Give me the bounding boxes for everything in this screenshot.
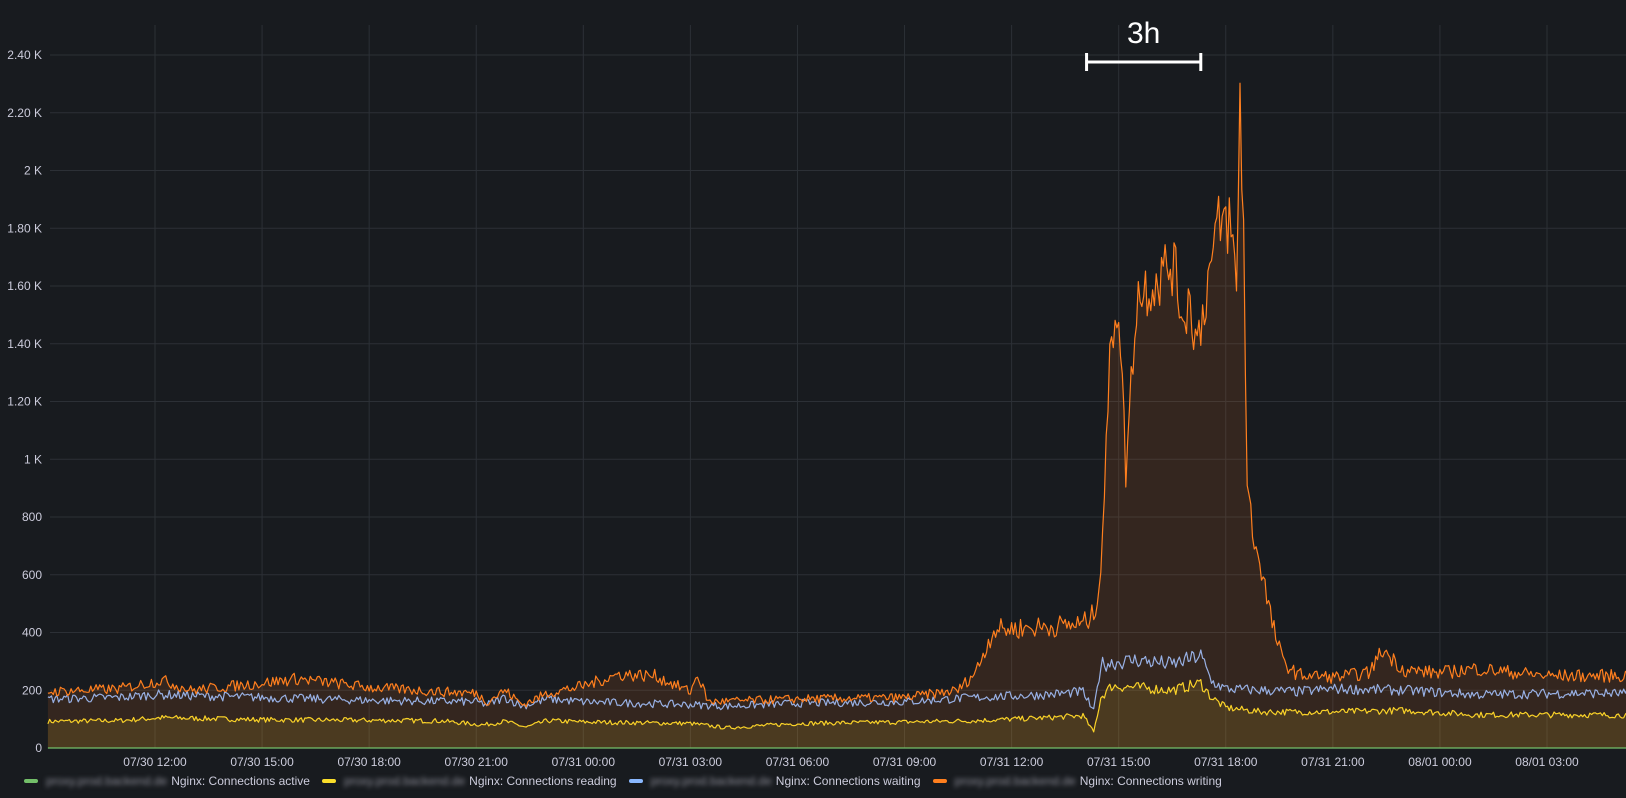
legend-host-name: proxy.prod.backend.de	[650, 774, 772, 788]
chart-series	[47, 82, 1626, 749]
x-tick-label: 07/31 00:00	[552, 755, 616, 769]
x-tick-label: 08/01 00:00	[1408, 755, 1472, 769]
y-tick-label: 800	[22, 510, 42, 524]
x-tick-label: 07/31 09:00	[873, 755, 937, 769]
x-axis: 07/30 12:00 07/30 15:00 07/30 18:00 07/30 2…	[123, 755, 1579, 769]
legend-item[interactable]: proxy.prod.backend.de Nginx: Connections …	[321, 772, 617, 790]
x-tick-label: 07/30 21:00	[445, 755, 509, 769]
series-area	[47, 83, 1626, 748]
legend-label: Nginx: Connections active	[171, 774, 310, 788]
y-tick-label: 600	[22, 568, 42, 582]
y-tick-label: 1.40 K	[7, 337, 42, 351]
legend-label: Nginx: Connections reading	[469, 774, 617, 788]
x-tick-label: 07/31 03:00	[659, 755, 723, 769]
x-tick-label: 07/31 15:00	[1087, 755, 1151, 769]
y-axis: 0 200 400 600 800 1 K 1.20 K 1.40 K 1.60 K 1.80 K…	[7, 48, 42, 755]
x-tick-label: 07/30 18:00	[337, 755, 401, 769]
y-tick-label: 1.20 K	[7, 395, 42, 409]
y-tick-label: 400	[22, 626, 42, 640]
legend-item[interactable]: proxy.prod.backend.de Nginx: Connections …	[628, 772, 921, 790]
legend-label: Nginx: Connections waiting	[775, 774, 921, 788]
y-tick-label: 200	[22, 683, 42, 697]
chart-legend: proxy.prod.backend.de Nginx: Connections …	[24, 772, 1222, 790]
y-tick-label: 1 K	[24, 452, 42, 466]
series-nginx-connections-writing	[47, 82, 1626, 748]
x-tick-label: 07/31 18:00	[1194, 755, 1258, 769]
x-tick-label: 07/31 12:00	[980, 755, 1044, 769]
y-tick-label: 2.20 K	[7, 106, 42, 120]
legend-host-name: proxy.prod.backend.de	[46, 774, 168, 788]
legend-swatch	[628, 779, 643, 783]
legend-item[interactable]: proxy.prod.backend.de Nginx: Connections …	[24, 772, 310, 790]
x-tick-label: 07/30 12:00	[123, 755, 187, 769]
legend-swatch	[321, 779, 336, 783]
y-tick-label: 2 K	[24, 164, 42, 178]
legend-host-name: proxy.prod.backend.de	[343, 774, 466, 788]
time-series-chart[interactable]: 0 200 400 600 800 1 K 1.20 K 1.40 K 1.60 K 1.80 K…	[0, 0, 1626, 770]
legend-item[interactable]: proxy.prod.backend.de Nginx: Connections …	[932, 772, 1222, 790]
y-tick-label: 1.60 K	[7, 279, 42, 293]
legend-swatch	[932, 779, 947, 783]
annotation-label: 3h	[1127, 17, 1160, 50]
y-tick-label: 1.80 K	[7, 221, 42, 235]
legend-swatch	[24, 779, 38, 783]
legend-host-name: proxy.prod.backend.de	[954, 774, 1076, 788]
series-line	[47, 82, 1626, 708]
time-span-annotation: 3h	[1085, 17, 1203, 71]
y-tick-label: 2.40 K	[7, 48, 42, 62]
chart-gridlines	[50, 25, 1626, 749]
x-tick-label: 08/01 03:00	[1515, 755, 1579, 769]
x-tick-label: 07/31 21:00	[1301, 755, 1365, 769]
x-tick-label: 07/31 06:00	[766, 755, 830, 769]
legend-label: Nginx: Connections writing	[1079, 774, 1222, 788]
y-tick-label: 0	[35, 741, 42, 755]
x-tick-label: 07/30 15:00	[230, 755, 294, 769]
